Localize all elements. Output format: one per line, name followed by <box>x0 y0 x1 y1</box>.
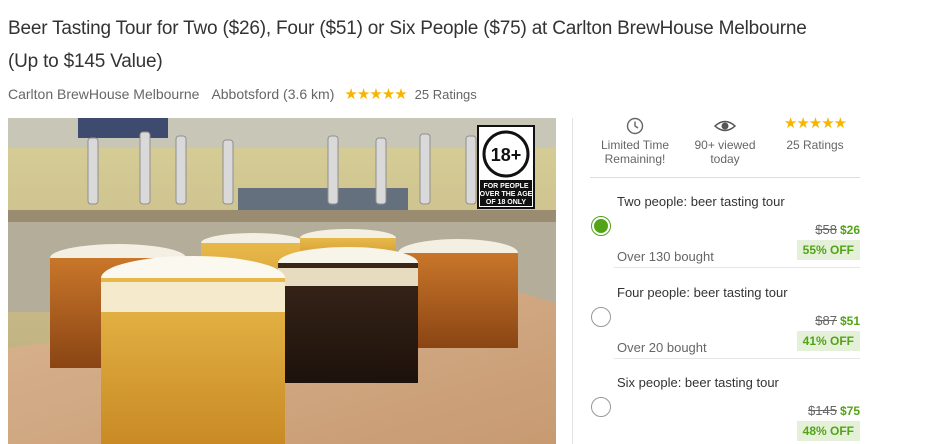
eye-icon <box>685 117 765 135</box>
option-prices: $145 $75 <box>808 403 860 418</box>
age-badge-line-2: OVER THE AGE <box>480 191 533 198</box>
stat-viewed-line-1: 90+ viewed <box>694 138 756 152</box>
star-icon: ★ <box>381 85 395 103</box>
option-two-people[interactable]: Two people: beer tasting tour $58 $26 55%… <box>590 178 860 268</box>
star-icon: ★ <box>344 85 357 103</box>
star-icon: ★ <box>394 85 407 103</box>
age-badge-line-1: FOR PEOPLE <box>483 183 528 190</box>
rating-stars: ★ ★ ★ ★ ★ <box>344 85 407 103</box>
stat-viewed: 90+ viewed today <box>685 117 765 166</box>
deal-title: Beer Tasting Tour for Two ($26), Four ($… <box>8 18 807 72</box>
deal-photo[interactable]: 18+ FOR PEOPLE OVER THE AGE OF 18 ONLY <box>8 118 556 444</box>
stat-limited-time: Limited Time Remaining! <box>590 117 680 166</box>
option-title: Six people: beer tasting tour <box>617 375 779 390</box>
stars-icon: ★★★★★ <box>783 115 847 132</box>
age-badge-line-3: OF 18 ONLY <box>486 199 527 206</box>
option-radio[interactable] <box>591 307 611 327</box>
stat-ratings[interactable]: ★★★★★ 25 Ratings <box>772 115 858 152</box>
option-title: Four people: beer tasting tour <box>617 285 788 300</box>
stat-limited-time-line-2: Remaining! <box>604 152 666 166</box>
option-radio[interactable] <box>591 216 611 236</box>
stat-ratings-line-1: 25 Ratings <box>786 138 844 152</box>
option-new-price: $26 <box>839 223 860 237</box>
option-title: Two people: beer tasting tour <box>617 194 785 209</box>
option-old-price: $145 <box>808 403 837 418</box>
option-separator <box>614 267 860 268</box>
deal-stats: Limited Time Remaining! 90+ viewed today… <box>590 115 862 175</box>
stat-viewed-line-2: today <box>710 152 740 166</box>
option-prices: $58 $26 <box>815 222 860 237</box>
star-icon: ★ <box>369 85 382 103</box>
clock-icon <box>590 117 680 135</box>
option-prices: $87 $51 <box>815 313 860 328</box>
ratings-count-link[interactable]: 25 Ratings <box>415 87 477 102</box>
star-icon: ★ <box>356 85 370 103</box>
location-link[interactable]: Abbotsford (3.6 km) <box>211 86 334 102</box>
option-discount-badge: 55% OFF <box>796 240 860 260</box>
option-radio[interactable] <box>591 397 611 417</box>
option-discount-badge: 41% OFF <box>796 331 860 351</box>
column-divider <box>572 118 573 444</box>
deal-subline: Carlton BrewHouse Melbourne Abbotsford (… <box>8 84 477 104</box>
option-new-price: $75 <box>839 404 860 418</box>
option-bought-count: Over 130 bought <box>617 249 714 264</box>
option-new-price: $51 <box>839 314 860 328</box>
option-bought-count: Over 20 bought <box>617 340 707 355</box>
option-old-price: $58 <box>815 222 837 237</box>
option-old-price: $87 <box>815 313 837 328</box>
age-badge-number: 18+ <box>491 145 522 165</box>
option-four-people[interactable]: Four people: beer tasting tour $87 $51 41… <box>590 269 860 359</box>
option-discount-badge: 48% OFF <box>796 421 860 441</box>
stat-limited-time-line-1: Limited Time <box>600 138 670 152</box>
merchant-link[interactable]: Carlton BrewHouse Melbourne <box>8 86 199 102</box>
option-six-people[interactable]: Six people: beer tasting tour $145 $75 48… <box>590 359 860 444</box>
